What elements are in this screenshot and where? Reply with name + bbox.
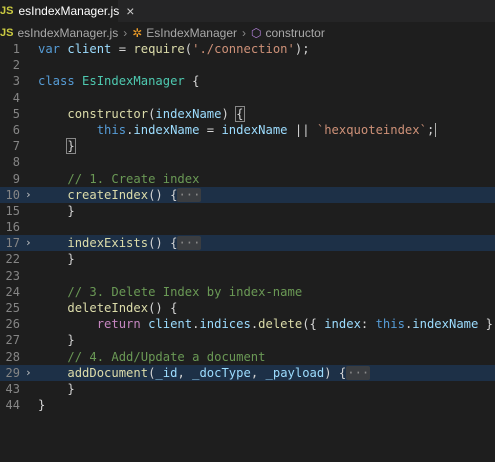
line-number: 3 — [12, 74, 20, 89]
code-line: 2 — [0, 57, 495, 73]
folded-ellipsis[interactable]: ··· — [346, 365, 371, 380]
line-number: 5 — [12, 106, 20, 121]
bracket-match: { — [235, 105, 245, 122]
code-line: 23 — [0, 268, 495, 284]
code-line: 44 } — [0, 397, 495, 413]
code-line: 28 // 4. Add/Update a document — [0, 349, 495, 365]
line-number: 22 — [5, 252, 20, 267]
tab-esindexmanager[interactable]: JS esIndexManager.js × — [0, 0, 134, 22]
fold-expand-icon[interactable]: › — [25, 187, 35, 203]
line-number: 2 — [12, 58, 20, 73]
line-number: 26 — [5, 317, 20, 332]
javascript-file-icon: JS — [0, 5, 14, 17]
line-number: 8 — [12, 155, 20, 170]
code-line: 22 } — [0, 251, 495, 267]
breadcrumb-file[interactable]: esIndexManager.js — [17, 26, 118, 40]
code-line: 25 deleteIndex() { — [0, 300, 495, 316]
line-number: 43 — [5, 381, 20, 396]
code-line: 3 class EsIndexManager { — [0, 73, 495, 89]
breadcrumb-method[interactable]: constructor — [265, 26, 324, 40]
folded-ellipsis[interactable]: ··· — [177, 236, 202, 251]
code-line: 4 — [0, 90, 495, 106]
code-line: 26 return client.indices.delete({ index:… — [0, 316, 495, 332]
code-editor[interactable]: 1 var client = require('./connection'); … — [0, 41, 495, 413]
code-line-folded[interactable]: 10 › createIndex() {··· — [0, 186, 495, 203]
code-line-folded[interactable]: 29 › addDocument(_id, _docType, _payload… — [0, 364, 495, 381]
code-line: 1 var client = require('./connection'); — [0, 41, 495, 57]
chevron-right-icon: › — [242, 26, 246, 40]
fold-expand-icon[interactable]: › — [25, 235, 35, 251]
line-number: 7 — [12, 139, 20, 154]
line-number: 10 — [5, 187, 20, 202]
code-line: 15 } — [0, 203, 495, 219]
tab-bar: JS esIndexManager.js × — [0, 0, 495, 22]
code-line: 43 } — [0, 381, 495, 397]
line-number: 25 — [5, 301, 20, 315]
line-number: 27 — [5, 333, 20, 348]
javascript-file-icon: JS — [0, 27, 14, 39]
code-line: 7 } — [0, 138, 495, 155]
line-number: 23 — [5, 268, 20, 283]
code-line-folded[interactable]: 17 › indexExists() {··· — [0, 235, 495, 252]
line-number: 9 — [12, 171, 20, 186]
code-line: 5 constructor(indexName) { — [0, 105, 495, 122]
code-line: 8 — [0, 154, 495, 170]
code-line: 9 // 1. Create index — [0, 171, 495, 187]
line-number: 1 — [12, 42, 20, 56]
code-line: 16 — [0, 219, 495, 235]
line-number: 28 — [5, 349, 20, 364]
tab-title: esIndexManager.js — [18, 4, 120, 18]
line-number: 16 — [5, 220, 20, 235]
code-line: 6 this.indexName = indexName || `hexquot… — [0, 122, 495, 138]
line-number: 6 — [12, 122, 20, 137]
line-number: 17 — [5, 236, 20, 251]
line-number: 15 — [5, 203, 20, 218]
line-number: 24 — [5, 284, 20, 299]
chevron-right-icon: › — [123, 26, 128, 40]
breadcrumb-class[interactable]: EsIndexManager — [146, 26, 237, 40]
close-icon[interactable]: × — [126, 3, 134, 19]
code-line: 27 } — [0, 332, 495, 348]
line-number: 29 — [5, 365, 20, 380]
line-number: 44 — [5, 398, 20, 413]
line-number: 4 — [12, 90, 20, 105]
code-line: 24 // 3. Delete Index by index-name — [0, 284, 495, 300]
class-icon: ✲ — [132, 26, 143, 40]
fold-expand-icon[interactable]: › — [25, 365, 35, 381]
folded-ellipsis[interactable]: ··· — [177, 187, 202, 202]
bracket-match: } — [66, 138, 76, 155]
method-cube-icon: ⬡ — [251, 26, 262, 40]
text-cursor — [435, 122, 437, 137]
